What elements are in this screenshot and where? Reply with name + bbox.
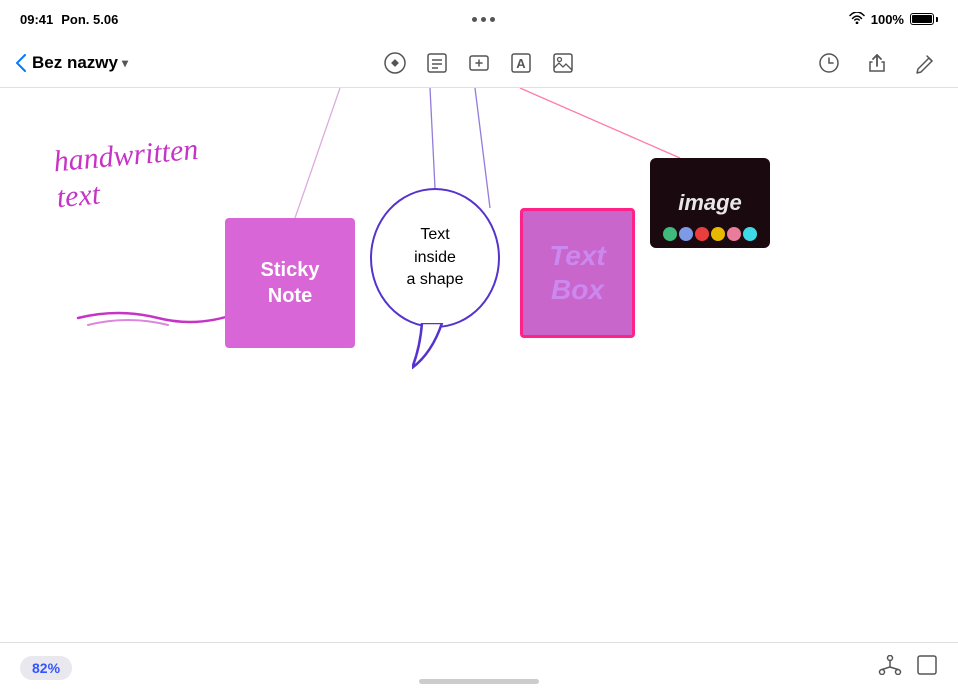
hierarchy-button[interactable] xyxy=(878,655,902,681)
status-bar: 09:41 Pon. 5.06 100% xyxy=(0,0,958,38)
toolbar-left: Bez nazwy ▾ xyxy=(16,53,378,73)
zoom-badge[interactable]: 82% xyxy=(20,656,72,680)
history-button[interactable] xyxy=(812,46,846,80)
back-button[interactable] xyxy=(16,54,26,72)
battery-percent: 100% xyxy=(871,12,904,27)
speech-bubble[interactable]: Text inside a shape xyxy=(370,188,500,328)
dot1 xyxy=(472,17,477,22)
page-button[interactable] xyxy=(916,654,938,682)
toolbar: Bez nazwy ▾ xyxy=(0,38,958,88)
bottom-bar: 82% xyxy=(0,642,958,692)
bottom-right-controls xyxy=(878,654,938,682)
status-center xyxy=(472,17,495,22)
sticky-note-tool-button[interactable] xyxy=(420,46,454,80)
battery-icon xyxy=(910,13,938,25)
bubble-tail-svg xyxy=(412,323,462,373)
wifi-icon xyxy=(849,12,865,27)
sticky-note-text: Sticky Note xyxy=(261,257,320,309)
image-tool-button[interactable] xyxy=(546,46,580,80)
dot3 xyxy=(490,17,495,22)
handwritten-line1: handwritten xyxy=(52,132,200,181)
share-button[interactable] xyxy=(860,46,894,80)
speech-bubble-wrapper: Text inside a shape xyxy=(370,188,500,328)
edit-button[interactable] xyxy=(908,46,942,80)
status-left: 09:41 Pon. 5.06 xyxy=(20,12,118,27)
home-indicator xyxy=(419,679,539,684)
image-label: image xyxy=(678,190,742,216)
text-box-text: Text Box xyxy=(549,239,606,306)
image-element[interactable]: image xyxy=(650,158,770,248)
connector-lines xyxy=(0,88,958,642)
title-text: Bez nazwy xyxy=(32,53,118,73)
chevron-down-icon: ▾ xyxy=(122,56,128,70)
speech-bubble-text: Text inside a shape xyxy=(407,224,464,291)
handwritten-text: handwritten text xyxy=(52,132,203,216)
document-title[interactable]: Bez nazwy ▾ xyxy=(32,53,128,73)
status-right: 100% xyxy=(849,12,938,27)
canvas: handwritten text Sticky Note Text inside… xyxy=(0,88,958,642)
toolbar-center: A xyxy=(378,46,580,80)
toolbar-right xyxy=(580,46,942,80)
text-box[interactable]: Text Box xyxy=(520,208,635,338)
sticky-note[interactable]: Sticky Note xyxy=(225,218,355,348)
frame-tool-button[interactable] xyxy=(462,46,496,80)
handwritten-line2: text xyxy=(55,168,203,217)
image-decoration xyxy=(660,225,760,243)
text-tool-button[interactable]: A xyxy=(504,46,538,80)
time: 09:41 xyxy=(20,12,53,27)
svg-text:A: A xyxy=(516,56,526,71)
pen-tool-button[interactable] xyxy=(378,46,412,80)
date: Pon. 5.06 xyxy=(61,12,118,27)
dot2 xyxy=(481,17,486,22)
